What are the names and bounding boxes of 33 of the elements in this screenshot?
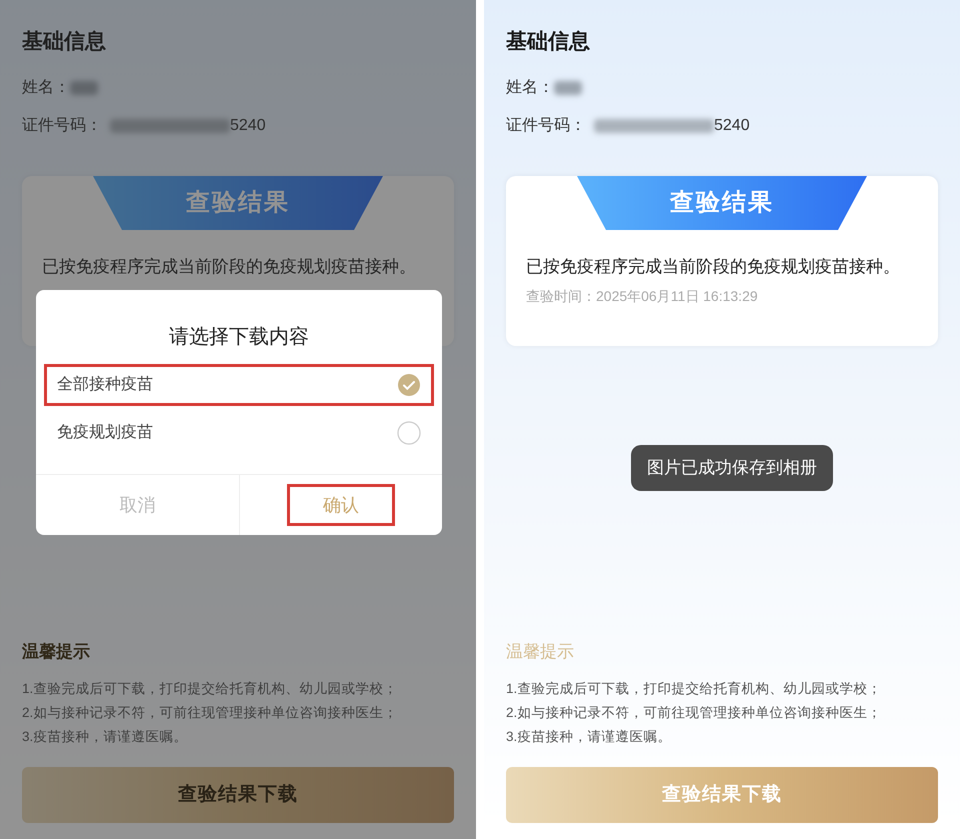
- check-circle-icon: [397, 373, 421, 397]
- confirm-button[interactable]: 确认: [286, 484, 395, 526]
- result-text: 已按免疫程序完成当前阶段的免疫规划疫苗接种。: [526, 256, 901, 278]
- result-text: 已按免疫程序完成当前阶段的免疫规划疫苗接种。: [42, 256, 417, 278]
- name-label: 姓名：: [506, 78, 554, 98]
- section-title: 基础信息: [506, 29, 590, 55]
- id-number: 5240: [714, 116, 750, 136]
- download-button[interactable]: 查验结果下载: [22, 767, 454, 823]
- tip-text: 1.查验完成后可下载，打印提交给托育机构、幼儿园或学校；: [22, 680, 398, 698]
- toast: 图片已成功保存到相册: [631, 445, 833, 491]
- name-label: 姓名：: [22, 78, 70, 98]
- id-label: 证件号码：: [22, 116, 102, 136]
- section-title: 基础信息: [22, 29, 106, 55]
- option-label: 全部接种疫苗: [57, 374, 153, 395]
- id-number: 5240: [230, 116, 266, 136]
- cancel-button[interactable]: 取消: [36, 475, 240, 535]
- option-row[interactable]: 全部接种疫苗: [44, 364, 434, 406]
- option-label: 免疫规划疫苗: [57, 422, 153, 443]
- dialog-title: 请选择下载内容: [169, 325, 309, 350]
- tip-text: 2.如与接种记录不符，可前往现管理接种单位咨询接种医生；: [22, 704, 398, 722]
- tip-text: 1.查验完成后可下载，打印提交给托育机构、幼儿园或学校；: [506, 680, 882, 698]
- redacted-mark: [70, 81, 98, 95]
- redacted-mark: [554, 81, 582, 95]
- tip-text: 3.疫苗接种，请谨遵医嘱。: [506, 728, 672, 746]
- radio-circle-icon: [397, 421, 421, 445]
- option-row[interactable]: 免疫规划疫苗: [44, 412, 434, 454]
- tips-title: 温馨提示: [22, 640, 90, 662]
- tip-text: 3.疫苗接种，请谨遵医嘱。: [22, 728, 188, 746]
- tips-title: 温馨提示: [506, 640, 574, 662]
- check-time: 查验时间：2025年06月11日 16:13:29: [526, 286, 759, 306]
- id-label: 证件号码：: [506, 116, 586, 136]
- tip-text: 2.如与接种记录不符，可前往现管理接种单位咨询接种医生；: [506, 704, 882, 722]
- download-button[interactable]: 查验结果下载: [506, 767, 938, 823]
